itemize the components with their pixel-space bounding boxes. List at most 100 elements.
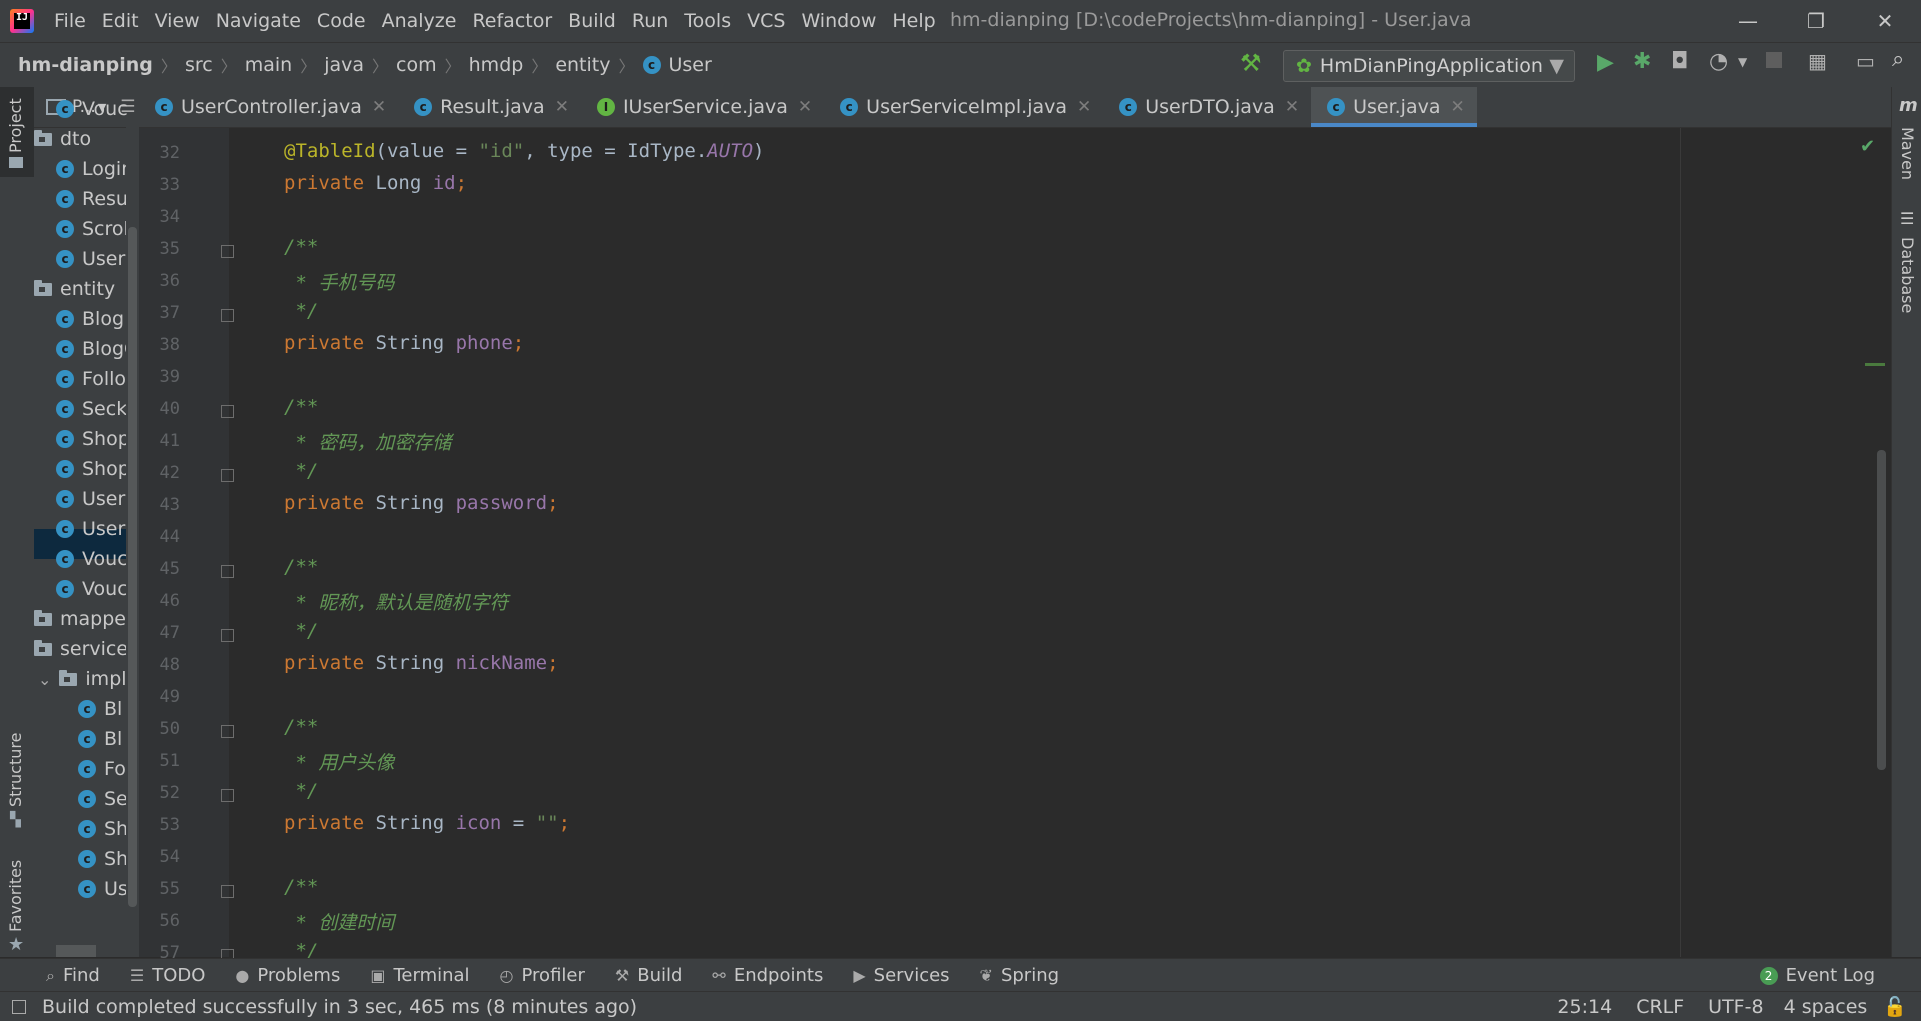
tree-item[interactable]: c User [56, 484, 125, 514]
line-number[interactable]: 38 [148, 335, 180, 355]
line-number[interactable]: 32 [148, 143, 180, 163]
code-line-52[interactable]: */ [284, 780, 318, 802]
close-tab-icon[interactable]: ✕ [1451, 97, 1465, 117]
code-line-37[interactable]: */ [284, 300, 318, 322]
tab-user[interactable]: c User.java ✕ [1311, 87, 1477, 127]
project-structure-icon[interactable]: ▦ [1808, 49, 1827, 73]
tool-todo[interactable]: ☰ TODO [130, 965, 206, 986]
breadcrumb-user[interactable]: User [669, 54, 712, 76]
line-number[interactable]: 44 [148, 527, 180, 547]
minimize-button[interactable]: — [1718, 6, 1778, 36]
menu-analyze[interactable]: Analyze [374, 10, 465, 32]
tree-item[interactable]: service [34, 634, 128, 664]
code-line-33[interactable]: private Long id; [284, 172, 467, 194]
tree-item[interactable]: c Se [78, 784, 128, 814]
tree-item[interactable]: c UserI [56, 514, 131, 544]
run-icon[interactable]: ▶ [1597, 50, 1614, 75]
database-tool-label[interactable]: Database [1898, 237, 1917, 313]
favorites-tool-button[interactable]: Favorites ★ [0, 842, 34, 955]
line-number[interactable]: 39 [148, 367, 180, 387]
line-number[interactable]: 48 [148, 655, 180, 675]
tab-userdto[interactable]: c UserDTO.java ✕ [1103, 87, 1311, 127]
close-window-button[interactable]: ✕ [1855, 6, 1915, 36]
line-number[interactable]: 49 [148, 687, 180, 707]
line-number[interactable]: 41 [148, 431, 180, 451]
structure-tool-button[interactable]: Structure ▚ [0, 717, 34, 828]
tree-item[interactable]: c Fo [78, 754, 126, 784]
menu-run[interactable]: Run [624, 10, 676, 32]
fold-marker-icon[interactable] [221, 885, 234, 898]
fold-marker-icon[interactable] [221, 629, 234, 642]
code-line-53[interactable]: private String icon = ""; [284, 812, 570, 834]
line-number[interactable]: 36 [148, 271, 180, 291]
tool-endpoints[interactable]: ⚯ Endpoints [712, 965, 823, 986]
line-number[interactable]: 37 [148, 303, 180, 323]
code-line-47[interactable]: */ [284, 620, 318, 642]
fold-marker-icon[interactable] [221, 469, 234, 482]
tree-horizontal-scrollbar[interactable] [56, 945, 96, 957]
code-line-48[interactable]: private String nickName; [284, 652, 559, 674]
code-line-42[interactable]: */ [284, 460, 318, 482]
tree-item[interactable]: c Sh [78, 844, 128, 874]
line-number[interactable]: 54 [148, 847, 180, 867]
code-line-56[interactable]: * 创建时间 [284, 908, 394, 935]
menu-view[interactable]: View [147, 10, 208, 32]
code-line-41[interactable]: * 密码，加密存储 [284, 428, 451, 455]
maven-icon[interactable]: m [1899, 95, 1918, 116]
tree-item[interactable]: c Bl [78, 694, 122, 724]
code-line-55[interactable]: /** [284, 876, 318, 898]
change-marker[interactable] [1865, 363, 1885, 366]
menu-vcs[interactable]: VCS [739, 10, 793, 32]
tree-item[interactable]: c Login [56, 154, 133, 184]
code-line-43[interactable]: private String password; [284, 492, 559, 514]
event-log-button[interactable]: 2 Event Log [1759, 965, 1875, 986]
tree-item[interactable]: c Vouc [56, 94, 128, 124]
tree-item[interactable]: c Vouc [56, 544, 128, 574]
search-icon[interactable]: ⌕ [1892, 47, 1904, 72]
line-number[interactable]: 42 [148, 463, 180, 483]
stop-icon[interactable] [1766, 52, 1782, 68]
restore-button[interactable]: ❐ [1786, 6, 1846, 36]
line-number[interactable]: 34 [148, 207, 180, 227]
line-number[interactable]: 43 [148, 495, 180, 515]
editor-scrollbar-thumb[interactable] [1877, 450, 1886, 770]
line-number[interactable]: 35 [148, 239, 180, 259]
tool-terminal[interactable]: ▣ Terminal [370, 965, 469, 986]
close-tab-icon[interactable]: ✕ [555, 97, 569, 117]
build-hammer-icon[interactable]: ⚒ [1240, 49, 1262, 77]
menu-code[interactable]: Code [309, 10, 374, 32]
breadcrumb-hmdp[interactable]: hmdp [469, 54, 524, 76]
line-number[interactable]: 53 [148, 815, 180, 835]
tab-userserviceimpl[interactable]: c UserServiceImpl.java ✕ [824, 87, 1103, 127]
code-line-35[interactable]: /** [284, 236, 318, 258]
line-number[interactable]: 33 [148, 175, 180, 195]
tree-item[interactable]: c Scrol [56, 214, 129, 244]
chevron-down-icon[interactable]: ⌄ [38, 670, 51, 689]
tool-services[interactable]: ▶ Services [853, 965, 949, 986]
tree-scrollbar-thumb[interactable] [128, 227, 137, 907]
line-number[interactable]: 45 [148, 559, 180, 579]
fold-marker-icon[interactable] [221, 245, 234, 258]
breadcrumb-java[interactable]: java [324, 54, 364, 76]
status-message[interactable]: Build completed successfully in 3 sec, 4… [42, 996, 637, 1018]
line-number[interactable]: 55 [148, 879, 180, 899]
breadcrumb-src[interactable]: src [185, 54, 213, 76]
line-number[interactable]: 52 [148, 783, 180, 803]
menu-file[interactable]: File [46, 10, 94, 32]
code-line-51[interactable]: * 用户头像 [284, 748, 394, 775]
tool-find[interactable]: ⌕ Find [46, 965, 100, 986]
tool-spring[interactable]: ❦ Spring [980, 965, 1060, 986]
menu-navigate[interactable]: Navigate [208, 10, 309, 32]
tree-item[interactable]: c Bl [78, 724, 122, 754]
profile-dropdown-icon[interactable]: ▼ [1738, 55, 1747, 69]
tree-item[interactable]: c Us [78, 874, 128, 904]
code-line-50[interactable]: /** [284, 716, 318, 738]
fold-marker-icon[interactable] [221, 725, 234, 738]
menu-edit[interactable]: Edit [94, 10, 147, 32]
tree-item[interactable]: dto [34, 124, 91, 154]
toggle-tool-windows-icon[interactable] [12, 999, 26, 1014]
menu-tools[interactable]: Tools [676, 10, 739, 32]
line-separator[interactable]: CRLF [1636, 996, 1684, 1018]
debug-icon[interactable]: ✱ [1633, 49, 1651, 74]
code-line-38[interactable]: private String phone; [284, 332, 524, 354]
